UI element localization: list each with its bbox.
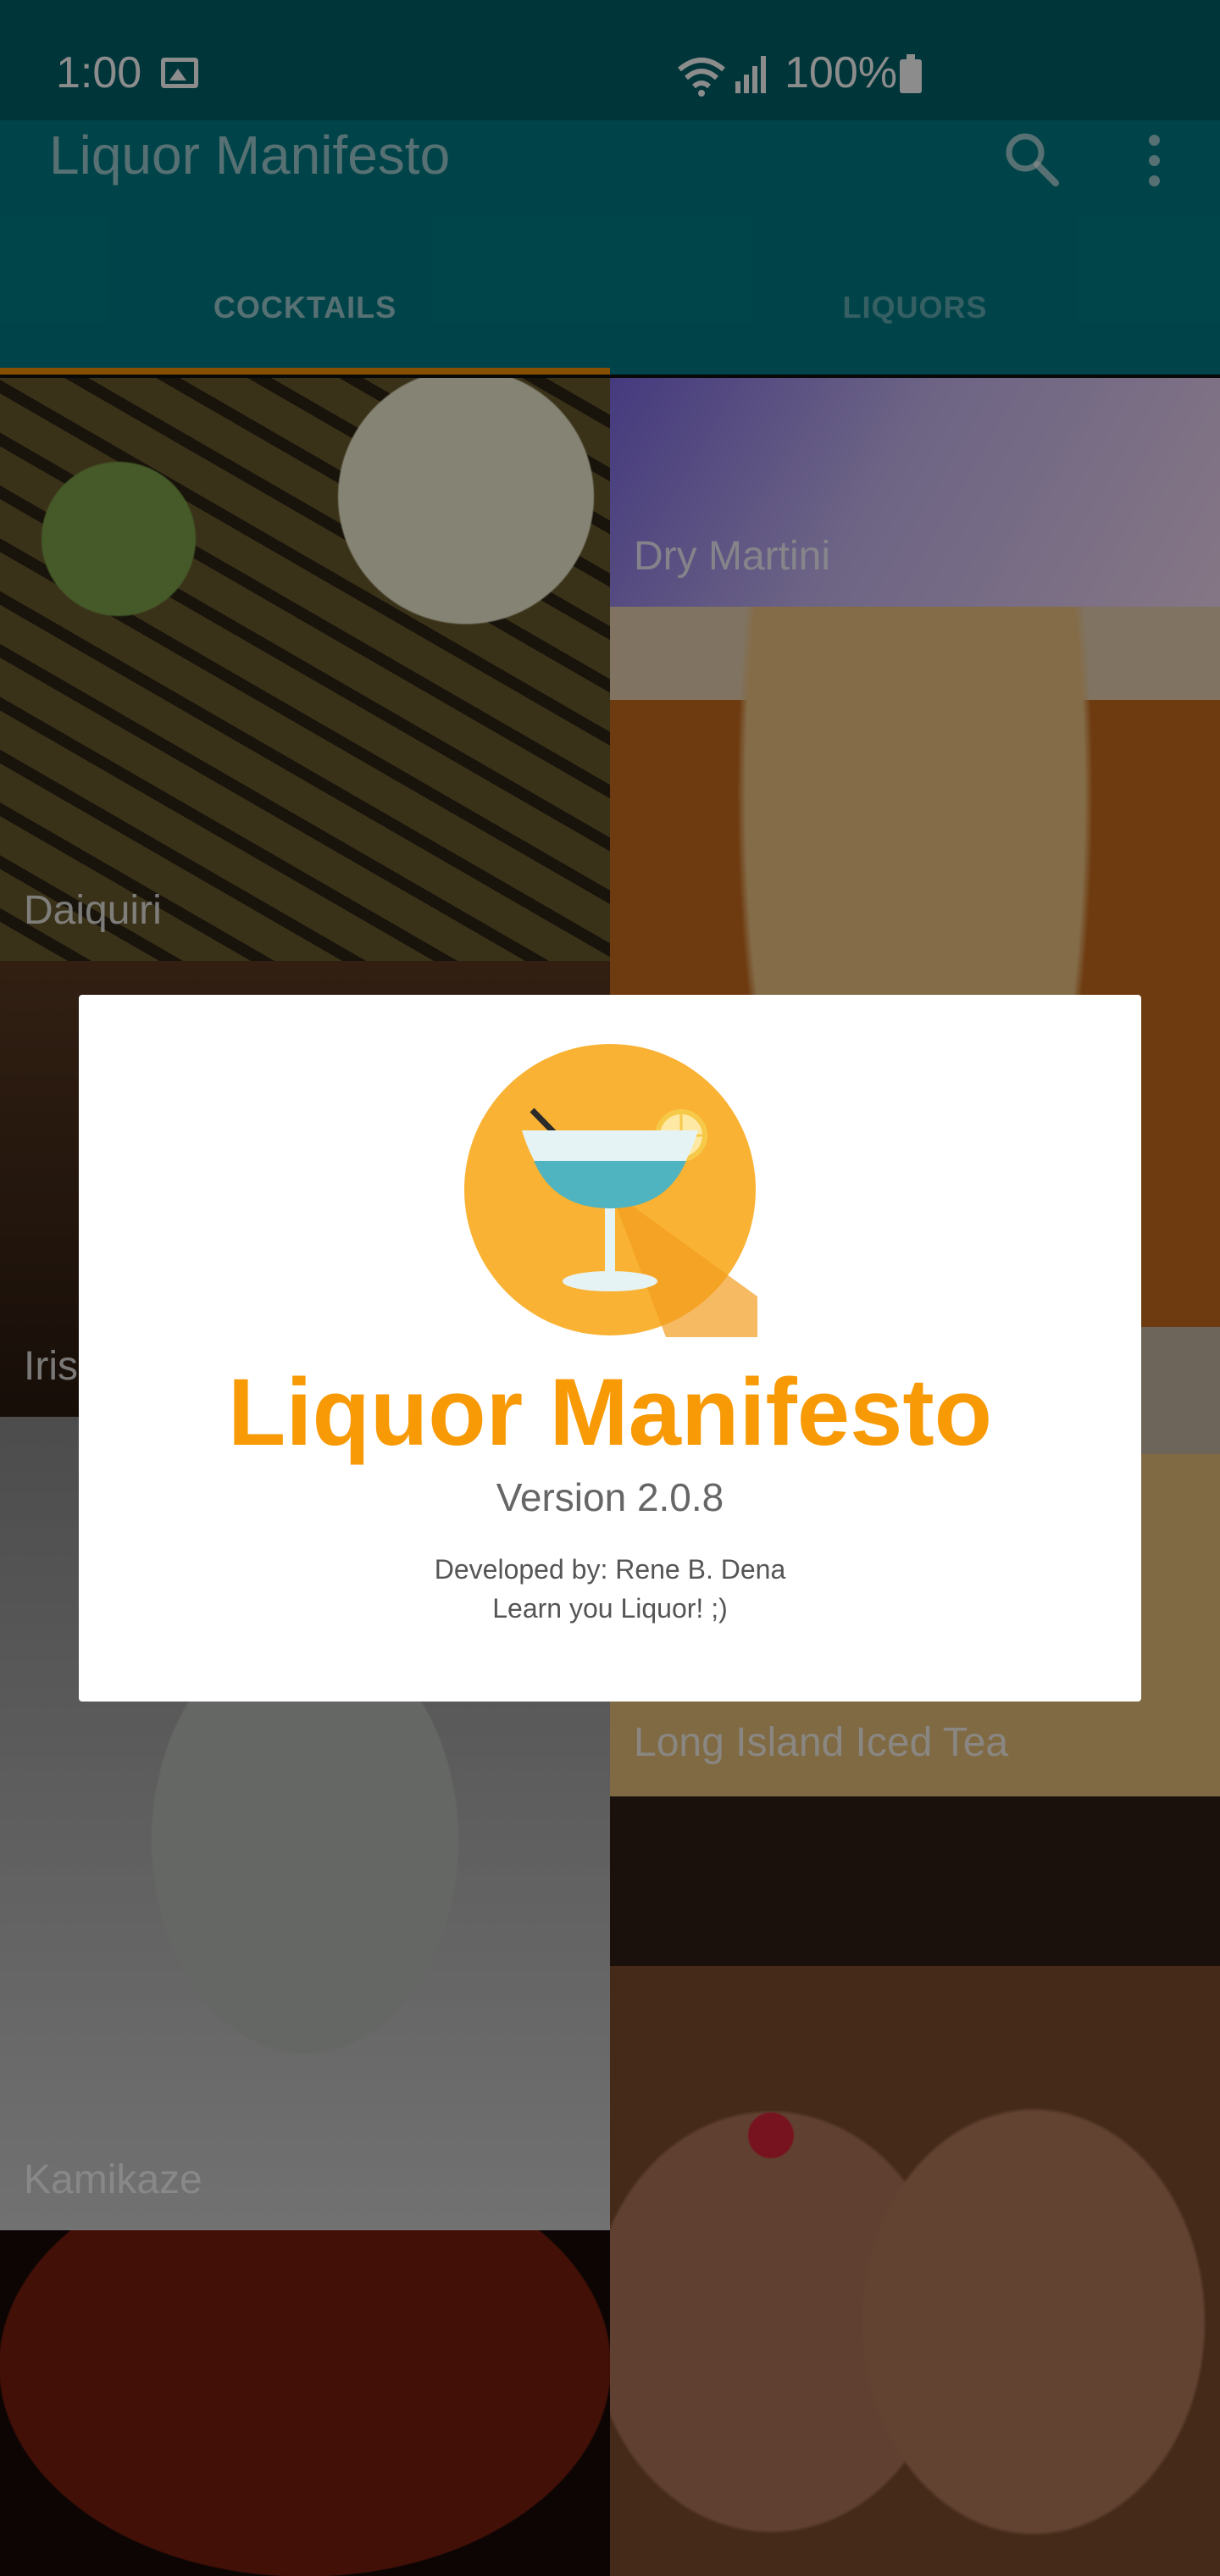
developer-text: Developed by: Rene B. Dena (434, 1554, 786, 1585)
version-text: Version 2.0.8 (496, 1475, 724, 1519)
dialog-title: Liquor Manifesto (227, 1359, 993, 1465)
app-logo-icon (464, 1044, 757, 1337)
tagline-text: Learn you Liquor! ;) (492, 1593, 728, 1624)
about-dialog: Liquor Manifesto Version 2.0.8 Developed… (79, 995, 1141, 1702)
